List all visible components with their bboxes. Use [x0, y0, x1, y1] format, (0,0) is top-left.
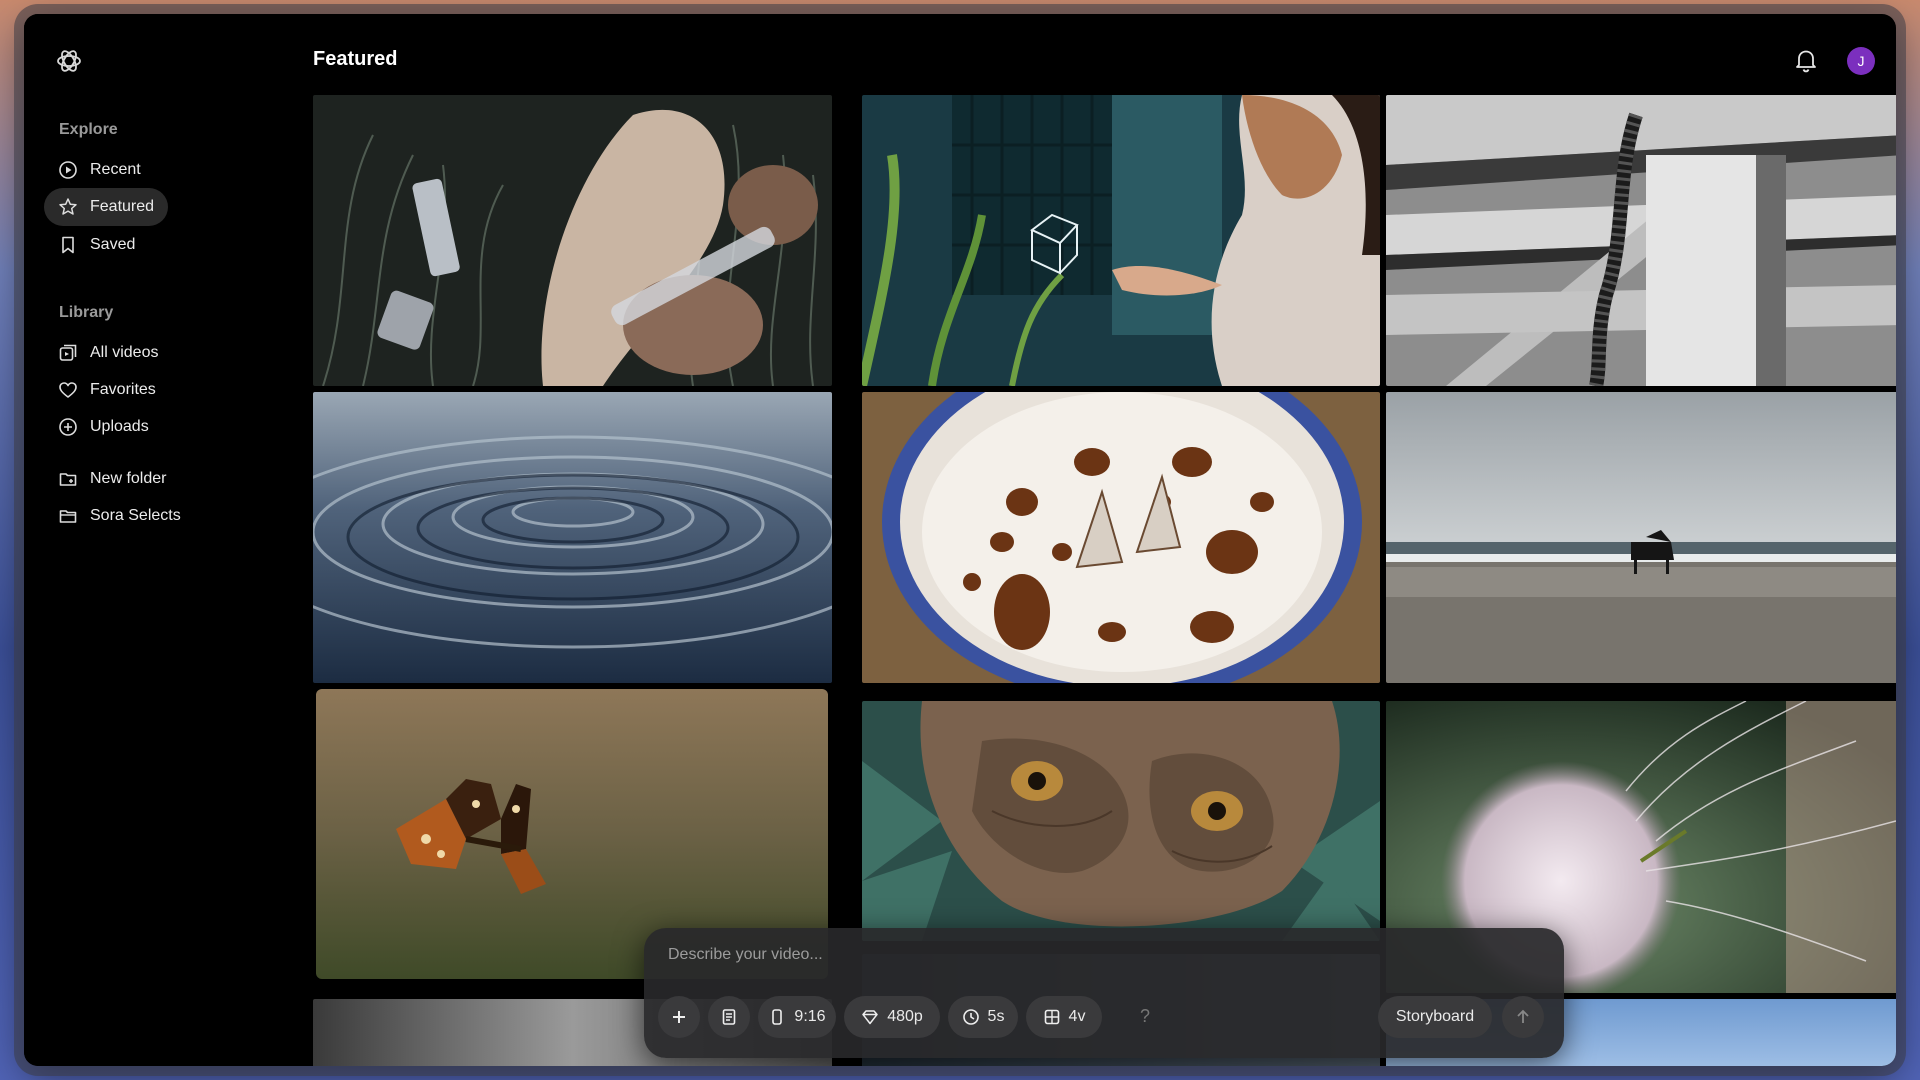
page-title: Featured [313, 48, 398, 70]
storyboard-preset-button[interactable] [708, 996, 750, 1038]
sidebar-item-label: Uploads [90, 418, 149, 435]
resolution-button[interactable]: 480p [844, 996, 940, 1038]
heart-icon [59, 382, 77, 398]
folder-icon [59, 510, 77, 523]
sidebar-item-label: Featured [90, 198, 155, 215]
diamond-icon [862, 1010, 878, 1025]
portrait-phone-icon [772, 1009, 783, 1025]
duration-button[interactable]: 5s [948, 996, 1018, 1038]
sidebar-item-favorites[interactable]: Favorites [44, 371, 170, 409]
variations-value: 4v [1068, 1008, 1086, 1025]
resolution-value: 480p [887, 1008, 923, 1025]
bell-icon[interactable] [1792, 46, 1820, 74]
aspect-ratio-value: 9:16 [794, 1008, 826, 1025]
storyboard-button[interactable]: Storyboard [1378, 996, 1492, 1038]
star-icon [59, 198, 77, 215]
video-tile-wooden-fence-millipede[interactable] [1386, 95, 1896, 386]
sidebar-item-all-videos[interactable]: All videos [44, 334, 172, 372]
explore-heading: Explore [59, 121, 118, 138]
video-tile-crystals-mushrooms[interactable] [313, 95, 832, 386]
document-icon [722, 1009, 736, 1025]
plus-circle-icon [59, 418, 77, 436]
submit-button[interactable] [1502, 996, 1544, 1038]
help-button[interactable]: ? [1140, 1006, 1150, 1027]
sidebar-item-label: All videos [90, 344, 159, 361]
video-tile-girl-holding-glass-cube[interactable] [862, 95, 1380, 386]
add-button[interactable] [658, 996, 700, 1038]
videos-icon [59, 344, 77, 361]
storyboard-label: Storyboard [1395, 1008, 1475, 1025]
aspect-ratio-button[interactable]: 9:16 [758, 996, 836, 1038]
sidebar: Explore Recent Featured Saved Library Al… [24, 14, 314, 1066]
arrow-up-icon [1517, 1009, 1529, 1023]
video-tile-monkey-eyes[interactable] [862, 701, 1380, 941]
sidebar-item-uploads[interactable]: Uploads [44, 408, 163, 446]
video-tile-coffee-foam-paper-boats[interactable] [862, 392, 1380, 683]
sidebar-item-featured[interactable]: Featured [44, 188, 169, 226]
sidebar-item-label: Sora Selects [90, 507, 181, 524]
clock-icon [962, 1009, 979, 1025]
sidebar-item-sora-selects[interactable]: Sora Selects [44, 497, 195, 535]
sidebar-item-label: Favorites [90, 381, 156, 398]
sidebar-item-label: Recent [90, 161, 141, 178]
plus-icon [673, 1011, 685, 1023]
avatar[interactable]: J [1847, 47, 1875, 75]
prompt-composer: Describe your video... 9:16 480p 5s 4v ?… [644, 928, 1564, 1058]
sidebar-item-saved[interactable]: Saved [44, 226, 149, 264]
sidebar-item-label: Saved [90, 236, 136, 253]
openai-logo-icon[interactable] [54, 46, 84, 76]
video-tile-water-ripples[interactable] [313, 392, 832, 683]
variations-button[interactable]: 4v [1026, 996, 1102, 1038]
grid-icon [1044, 1009, 1059, 1025]
bookmark-icon [62, 236, 74, 254]
sidebar-item-new-folder[interactable]: New folder [44, 460, 180, 498]
app-window: Explore Recent Featured Saved Library Al… [24, 14, 1896, 1066]
folder-plus-icon [59, 473, 77, 486]
video-tile-piano-on-beach[interactable] [1386, 392, 1896, 683]
sidebar-item-label: New folder [90, 470, 167, 487]
sidebar-item-recent[interactable]: Recent [44, 151, 155, 189]
play-circle-icon [59, 161, 77, 179]
duration-value: 5s [987, 1008, 1005, 1025]
library-heading: Library [59, 304, 114, 321]
prompt-input[interactable]: Describe your video... [668, 946, 823, 964]
